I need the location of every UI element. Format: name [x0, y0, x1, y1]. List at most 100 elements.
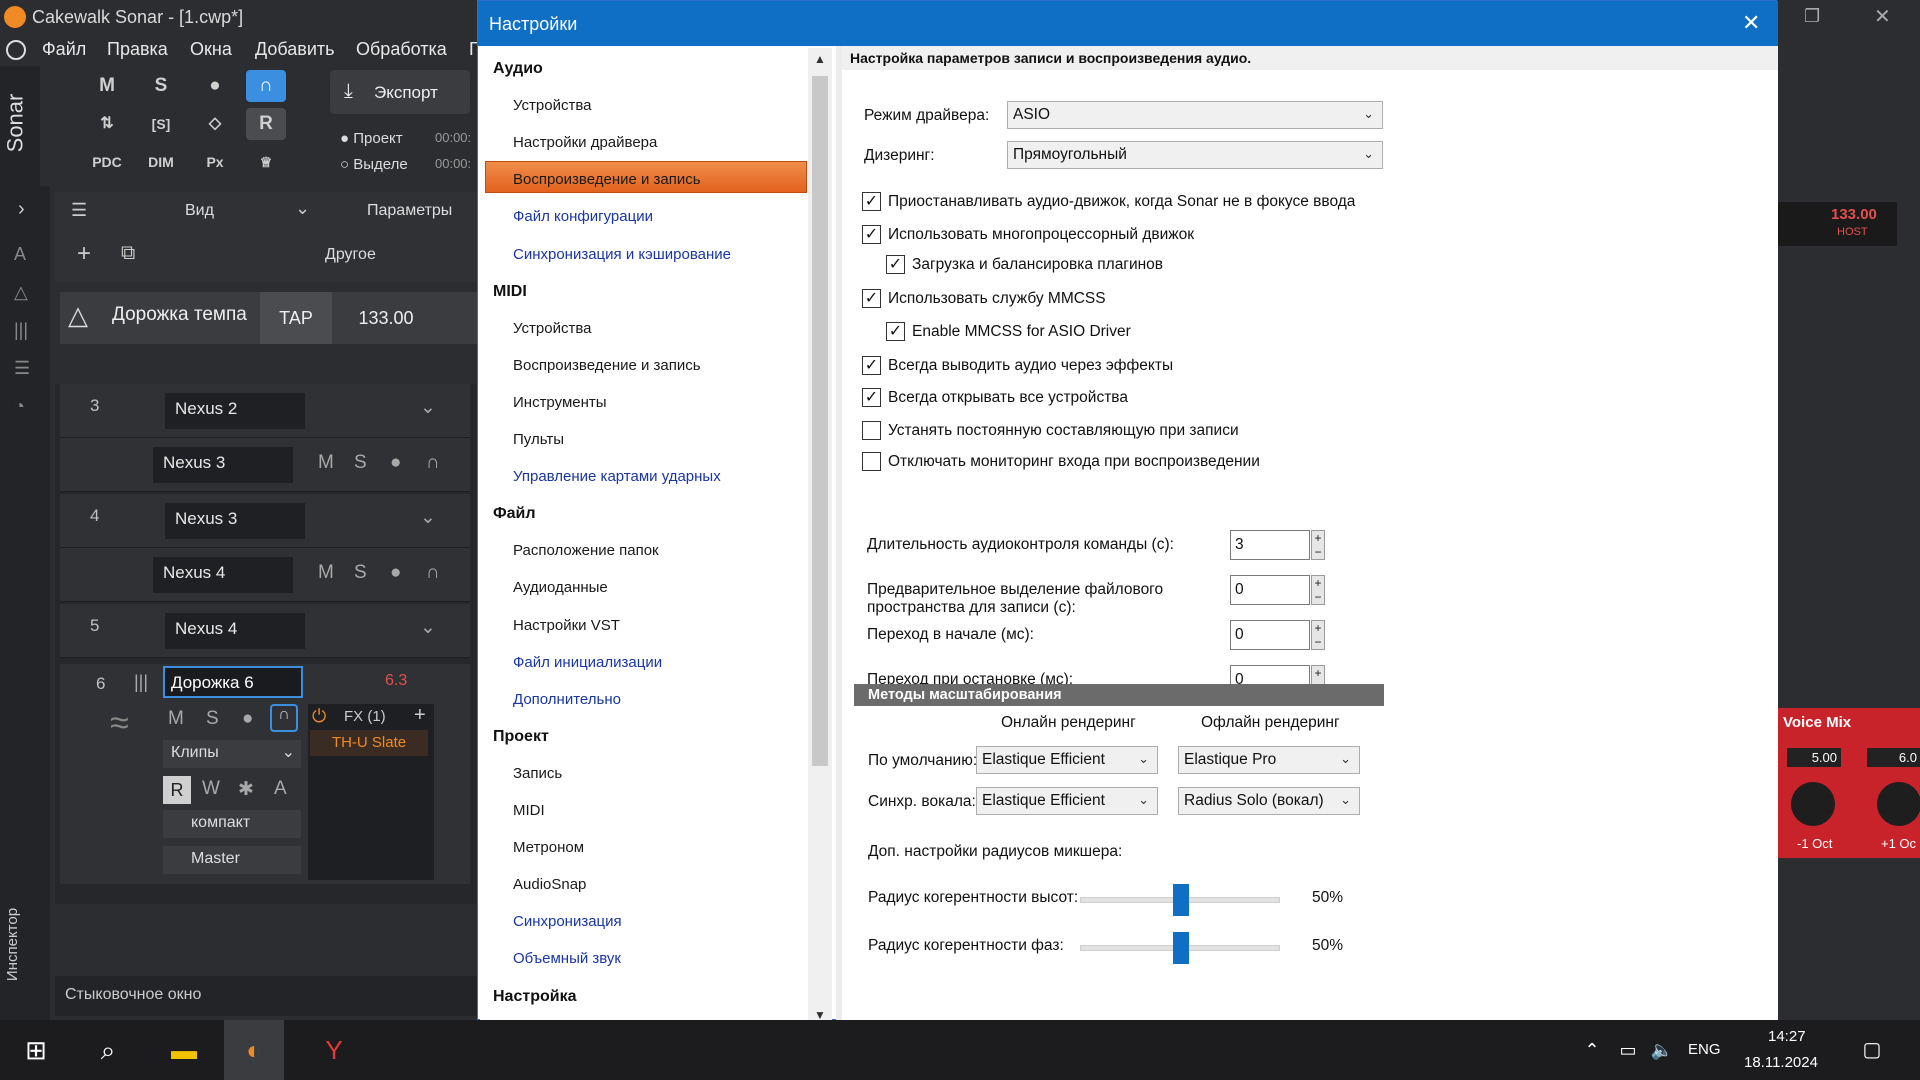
track-button[interactable]: ●: [390, 562, 401, 584]
track-row[interactable]: 3 Nexus 2 ⌄: [60, 384, 470, 438]
volume-icon[interactable]: 🔈: [1632, 1020, 1692, 1080]
close-icon[interactable]: ✕: [1742, 10, 1760, 36]
export-button[interactable]: ⤓ Экспорт: [330, 70, 470, 114]
default-offline-select[interactable]: Elastique Pro ⌄: [1178, 746, 1360, 774]
tree-item[interactable]: MIDI: [513, 802, 545, 819]
chevron-down-icon[interactable]: ⌄: [420, 506, 436, 529]
tree-item[interactable]: Файл конфигурации: [513, 208, 653, 225]
mute-all-button[interactable]: M: [87, 70, 127, 102]
tree-item[interactable]: Воспроизведение и запись: [513, 357, 701, 374]
diamond-icon[interactable]: ◇: [195, 108, 235, 140]
read-automation-button[interactable]: R: [246, 108, 286, 140]
tree-item[interactable]: Устройства: [513, 320, 591, 337]
language-indicator[interactable]: ENG: [1688, 1041, 1721, 1058]
search-icon[interactable]: ⌕: [78, 1020, 138, 1080]
spin-buttons[interactable]: + −: [1311, 575, 1325, 605]
track-name-field[interactable]: Дорожка 6: [163, 666, 303, 698]
file-explorer-icon[interactable]: ▬: [154, 1020, 214, 1080]
radio-selection[interactable]: ○ Выделе: [340, 156, 408, 173]
tree-item[interactable]: Метроном: [513, 839, 584, 856]
write-button[interactable]: W: [202, 778, 220, 800]
cakewalk-taskbar-icon[interactable]: ◐: [224, 1020, 284, 1080]
tree-item[interactable]: Синхронизация и кэширование: [513, 246, 731, 263]
tree-item[interactable]: Пульты: [513, 431, 564, 448]
record-arm-button[interactable]: ●: [242, 708, 253, 730]
pdc-button[interactable]: PDC: [87, 146, 127, 178]
checkbox-label[interactable]: Загрузка и балансировка плагинов: [912, 256, 1163, 274]
solo-button[interactable]: S: [206, 708, 219, 730]
tree-item[interactable]: Синхронизация: [513, 913, 622, 930]
tree-item[interactable]: Воспроизведение и запись: [513, 171, 701, 188]
pitch-radius-thumb[interactable]: [1173, 884, 1189, 916]
restore-icon[interactable]: ❐: [1804, 6, 1820, 27]
spin-buttons[interactable]: + −: [1311, 530, 1325, 560]
windows-start-icon[interactable]: ⊞: [6, 1020, 66, 1080]
tree-item[interactable]: Запись: [513, 765, 562, 782]
solo-override-button[interactable]: [S]: [141, 108, 181, 140]
menu-icon[interactable]: ☰: [71, 200, 87, 221]
checkbox[interactable]: ✓: [862, 225, 881, 244]
mute-button[interactable]: M: [168, 708, 184, 730]
numeric-option-field[interactable]: 3: [1230, 530, 1310, 560]
compact-dropdown[interactable]: компакт: [163, 810, 301, 838]
read-button[interactable]: R: [163, 776, 191, 804]
numeric-option-field[interactable]: 0: [1230, 620, 1310, 650]
tree-item[interactable]: Расположение папок: [513, 542, 659, 559]
tree-category[interactable]: Файл: [493, 505, 536, 523]
track-button[interactable]: ∩: [426, 452, 440, 474]
tree-item[interactable]: Настройки VST: [513, 617, 620, 634]
tree-item[interactable]: Управление картами ударных: [513, 468, 721, 485]
checkbox-label[interactable]: Всегда выводить аудио через эффекты: [888, 357, 1173, 375]
track-name[interactable]: Nexus 3: [153, 447, 293, 483]
scroll-down-icon[interactable]: ▼: [814, 1008, 826, 1020]
track-button[interactable]: ∩: [426, 562, 440, 584]
chevron-down-icon[interactable]: ⌄: [420, 616, 436, 639]
checkbox-label[interactable]: Enable MMCSS for ASIO Driver: [912, 323, 1131, 341]
chevron-down-icon[interactable]: ⌄: [420, 396, 436, 419]
yandex-browser-icon[interactable]: Y: [304, 1020, 364, 1080]
checkbox[interactable]: ✓: [862, 356, 881, 375]
metronome-icon[interactable]: △: [14, 282, 28, 303]
gauge-icon[interactable]: ◔: [14, 396, 25, 417]
track-button[interactable]: M: [318, 562, 334, 584]
tree-category[interactable]: MIDI: [493, 283, 527, 301]
text-icon[interactable]: A: [14, 244, 26, 265]
default-online-select[interactable]: Elastique Efficient ⌄: [976, 746, 1158, 774]
checkbox-label[interactable]: Устанять постоянную составляющую при зап…: [888, 422, 1239, 440]
track-row[interactable]: Nexus 3 M S ● ∩: [60, 438, 470, 492]
px-button[interactable]: Px: [195, 146, 235, 178]
arm-automation-button[interactable]: A: [274, 778, 287, 800]
plugin-slot[interactable]: TH-U Slate: [310, 730, 428, 756]
inspector-label[interactable]: Инспектор: [4, 908, 21, 981]
clips-dropdown[interactable]: Клипы ⌄: [163, 740, 301, 768]
scroll-thumb[interactable]: [812, 76, 828, 766]
track-button[interactable]: ●: [390, 452, 401, 474]
expand-icon[interactable]: ›: [18, 198, 25, 221]
scroll-up-icon[interactable]: ▲: [814, 52, 826, 66]
headphones-icon[interactable]: ∩: [270, 704, 298, 732]
checkbox-label[interactable]: Использовать службу MMCSS: [888, 290, 1106, 308]
tree-item[interactable]: Объемный звук: [513, 950, 621, 967]
tree-category[interactable]: Аудио: [493, 60, 543, 78]
track-name[interactable]: Nexus 4: [153, 557, 293, 593]
pitch-radius-slider[interactable]: [1080, 884, 1280, 916]
automation-button[interactable]: ✱: [238, 778, 254, 801]
power-icon[interactable]: ⏻: [312, 706, 326, 727]
checkbox[interactable]: [862, 452, 881, 471]
clock-time[interactable]: 14:27: [1768, 1028, 1806, 1045]
checkbox-label[interactable]: Использовать многопроцессорный движок: [888, 226, 1194, 244]
menu-add[interactable]: Добавить: [255, 39, 335, 60]
track-row[interactable]: Nexus 4 M S ● ∩: [60, 548, 470, 602]
view-menu[interactable]: Вид: [185, 202, 214, 220]
tree-category[interactable]: Настройка: [493, 988, 576, 1006]
tree-scrollbar[interactable]: ▲ ▼: [808, 48, 832, 1020]
menu-process[interactable]: Обработка: [356, 39, 447, 60]
tree-item[interactable]: Дополнительно: [513, 691, 621, 708]
checkbox[interactable]: [862, 421, 881, 440]
checkbox[interactable]: ✓: [862, 289, 881, 308]
menu-edit[interactable]: Правка: [107, 39, 168, 60]
knob-2[interactable]: [1877, 782, 1920, 826]
checkbox[interactable]: ✓: [886, 322, 905, 341]
track-button[interactable]: S: [354, 452, 367, 474]
tree-item[interactable]: AudioSnap: [513, 876, 586, 893]
